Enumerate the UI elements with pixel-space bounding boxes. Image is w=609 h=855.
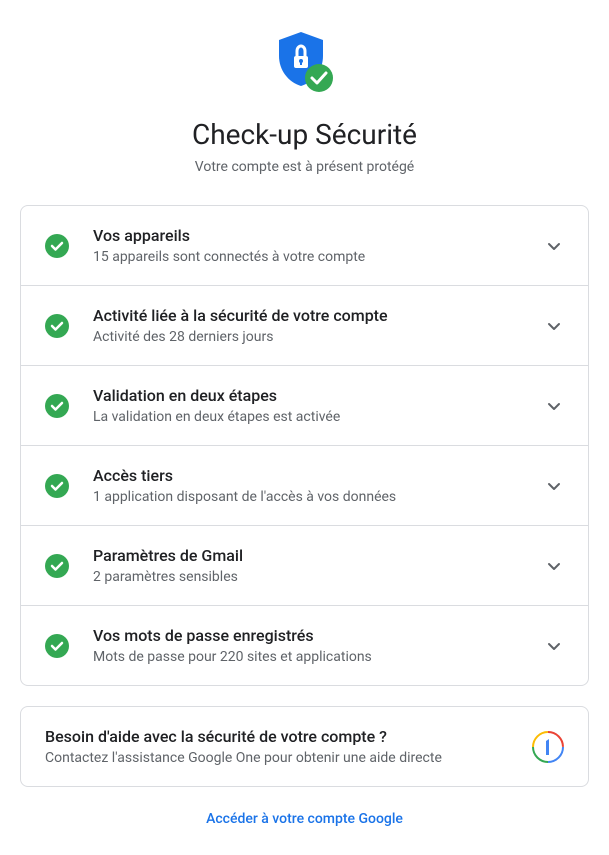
shield-check-icon xyxy=(271,28,339,100)
check-circle-icon xyxy=(45,554,69,578)
chevron-down-icon xyxy=(544,636,564,656)
item-desc: 2 paramètres sensibles xyxy=(93,569,544,585)
item-title: Paramètres de Gmail xyxy=(93,546,544,565)
account-link[interactable]: Accéder à votre compte Google xyxy=(20,811,589,827)
check-circle-icon xyxy=(45,634,69,658)
item-content: Accès tiers 1 application disposant de l… xyxy=(93,466,544,505)
header: Check-up Sécurité Votre compte est à pré… xyxy=(20,28,589,175)
item-content: Vos appareils 15 appareils sont connecté… xyxy=(93,226,544,265)
item-title: Activité liée à la sécurité de votre com… xyxy=(93,306,544,325)
item-gmail[interactable]: Paramètres de Gmail 2 paramètres sensibl… xyxy=(21,526,588,606)
item-passwords[interactable]: Vos mots de passe enregistrés Mots de pa… xyxy=(21,606,588,685)
item-content: Activité liée à la sécurité de votre com… xyxy=(93,306,544,345)
google-one-icon xyxy=(532,731,564,763)
item-desc: Activité des 28 derniers jours xyxy=(93,329,544,345)
check-circle-icon xyxy=(45,234,69,258)
item-two-step[interactable]: Validation en deux étapes La validation … xyxy=(21,366,588,446)
page-subtitle: Votre compte est à présent protégé xyxy=(20,159,589,175)
item-content: Paramètres de Gmail 2 paramètres sensibl… xyxy=(93,546,544,585)
chevron-down-icon xyxy=(544,396,564,416)
item-desc: La validation en deux étapes est activée xyxy=(93,409,544,425)
chevron-down-icon xyxy=(544,236,564,256)
check-circle-icon xyxy=(45,314,69,338)
page-title: Check-up Sécurité xyxy=(20,118,589,151)
chevron-down-icon xyxy=(544,556,564,576)
help-card[interactable]: Besoin d'aide avec la sécurité de votre … xyxy=(20,706,589,787)
item-desc: 15 appareils sont connectés à votre comp… xyxy=(93,249,544,265)
item-content: Validation en deux étapes La validation … xyxy=(93,386,544,425)
check-circle-icon xyxy=(45,394,69,418)
item-activity[interactable]: Activité liée à la sécurité de votre com… xyxy=(21,286,588,366)
item-title: Vos appareils xyxy=(93,226,544,245)
help-desc: Contactez l'assistance Google One pour o… xyxy=(45,750,516,766)
item-desc: 1 application disposant de l'accès à vos… xyxy=(93,489,544,505)
check-circle-icon xyxy=(45,474,69,498)
item-third-party[interactable]: Accès tiers 1 application disposant de l… xyxy=(21,446,588,526)
item-content: Vos mots de passe enregistrés Mots de pa… xyxy=(93,626,544,665)
security-items-card: Vos appareils 15 appareils sont connecté… xyxy=(20,205,589,686)
item-devices[interactable]: Vos appareils 15 appareils sont connecté… xyxy=(21,206,588,286)
item-title: Vos mots de passe enregistrés xyxy=(93,626,544,645)
help-content: Besoin d'aide avec la sécurité de votre … xyxy=(45,727,516,766)
item-desc: Mots de passe pour 220 sites et applicat… xyxy=(93,649,544,665)
item-title: Accès tiers xyxy=(93,466,544,485)
chevron-down-icon xyxy=(544,476,564,496)
chevron-down-icon xyxy=(544,316,564,336)
item-title: Validation en deux étapes xyxy=(93,386,544,405)
help-title: Besoin d'aide avec la sécurité de votre … xyxy=(45,727,516,746)
